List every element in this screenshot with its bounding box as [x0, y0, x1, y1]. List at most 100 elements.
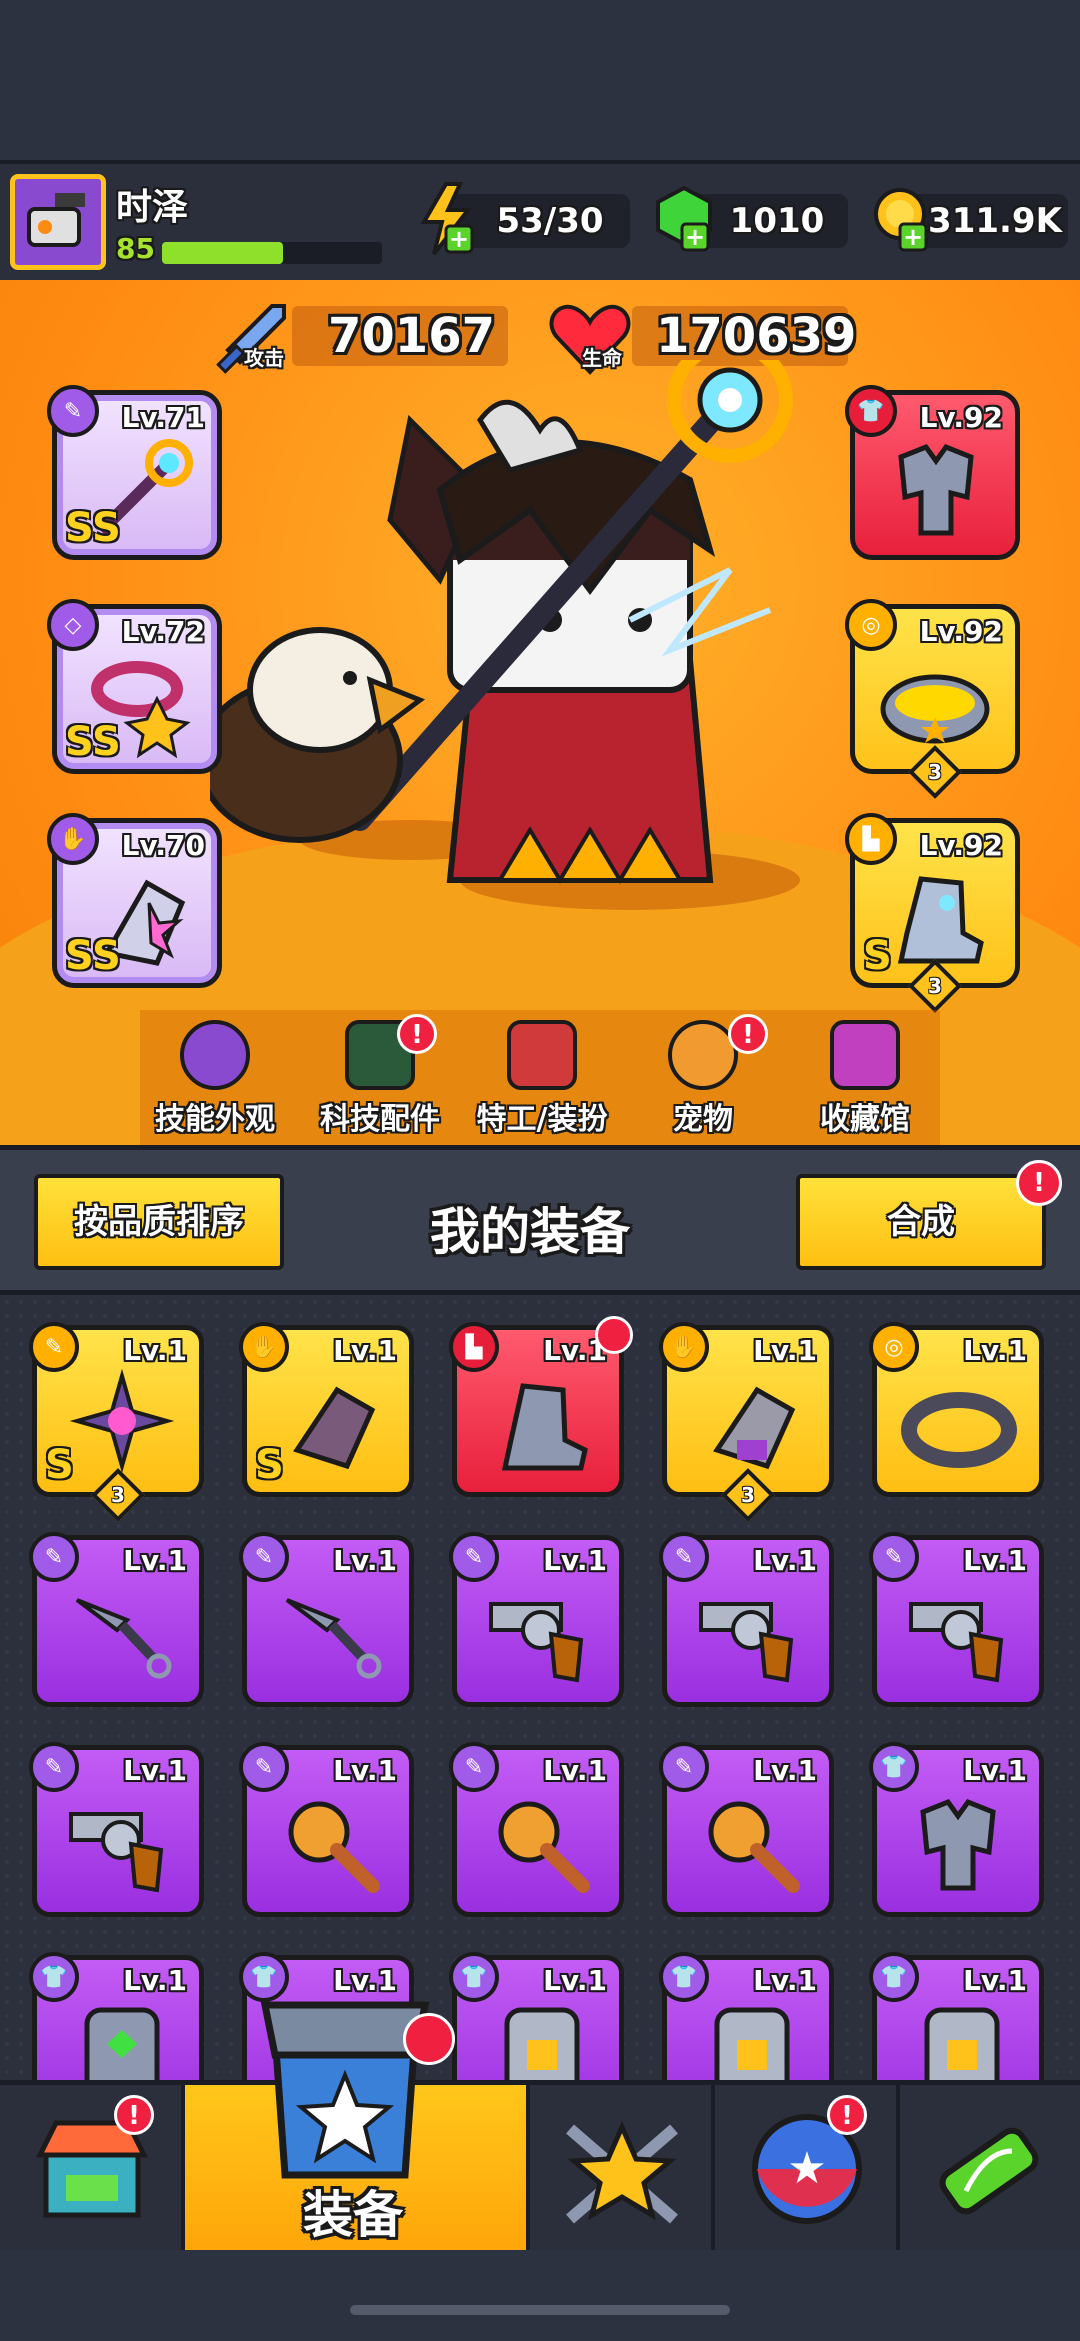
star-swords-icon: [566, 2120, 678, 2224]
inventory-item[interactable]: ✋ Lv.1 3: [659, 1322, 834, 1522]
weapon-type-icon: ✎: [659, 1532, 709, 1582]
item-level: Lv.1: [963, 1544, 1027, 1577]
inventory-item[interactable]: ▙ Lv.1: [449, 1316, 633, 1497]
inventory-item[interactable]: ✎ Lv.1: [239, 1532, 414, 1707]
equip-level: Lv.92: [919, 401, 1003, 434]
menu-collection[interactable]: 收藏馆: [790, 1020, 940, 1138]
gem-icon: +: [652, 184, 716, 258]
grade-label: S: [255, 1442, 284, 1488]
inventory-item[interactable]: ✎ Lv.1: [29, 1742, 204, 1917]
nav-tab-gene[interactable]: [900, 2085, 1080, 2250]
item-level: Lv.1: [753, 1754, 817, 1787]
revolver-icon: [69, 1812, 164, 1893]
weapon-type-icon: ✎: [29, 1742, 79, 1792]
inventory-item[interactable]: ✎ Lv.1: [449, 1742, 624, 1917]
torch-icon: [708, 1801, 800, 1893]
equip-slot-weapon[interactable]: ✎ Lv.71 SS: [47, 385, 222, 560]
hp-stat: 170639: [632, 306, 857, 366]
inventory-item[interactable]: 👕 Lv.1: [449, 1952, 624, 2085]
glove-type-icon: ✋: [239, 1322, 289, 1372]
nav-tab-equipment[interactable]: 装备: [185, 2001, 530, 2250]
gold-coin-icon: +: [870, 184, 934, 258]
revolver-icon: [909, 1602, 1004, 1683]
item-level: Lv.1: [753, 1544, 817, 1577]
vest-icon: [84, 2007, 160, 2085]
merge-button[interactable]: 合成: [796, 1174, 1046, 1270]
item-level: Lv.1: [123, 1964, 187, 1997]
menu-label: 技能外观: [155, 1102, 275, 1137]
equip-slot-belt[interactable]: ◎ Lv.92 3: [845, 599, 1020, 799]
equip-slot-necklace[interactable]: ◇ Lv.72 SS: [47, 599, 222, 774]
menu-pet[interactable]: 宠物 !: [628, 1014, 778, 1138]
nav-tab-shop[interactable]: !: [0, 2085, 185, 2250]
inventory-item[interactable]: ◎ Lv.1: [869, 1322, 1044, 1497]
new-item-badge: [595, 1316, 633, 1354]
armor-type-icon: 👕: [29, 1952, 79, 2002]
inventory-item[interactable]: ✎ Lv.1: [239, 1742, 414, 1917]
inventory-item[interactable]: ✎ Lv.1: [659, 1532, 834, 1707]
alert-badge: [403, 2013, 455, 2065]
alert-badge: !: [827, 2095, 867, 2135]
equip-slot-armor[interactable]: 👕 Lv.92: [845, 385, 1020, 560]
star-badge: 3: [91, 1468, 145, 1522]
collection-icon: [830, 1020, 900, 1090]
torch-icon: [288, 1801, 380, 1893]
inventory-grid: ✎ Lv.1 S 3 ✋ Lv.1 S ▙ Lv.1 ✋ Lv.1 3 ◎ Lv…: [0, 1295, 1080, 2085]
boots-type-icon: ▙: [845, 813, 897, 865]
revolver-icon: [699, 1602, 794, 1683]
item-level: Lv.1: [123, 1754, 187, 1787]
hero-character: [197, 337, 870, 944]
nav-equipment-label: 装备: [303, 2186, 403, 2244]
attack-value: 70167: [328, 308, 495, 364]
item-level: Lv.1: [333, 1334, 397, 1367]
item-level: Lv.1: [963, 1964, 1027, 1997]
inventory-header: 按品质排序 我的装备 合成 !: [0, 1145, 1080, 1295]
equip-slot-boots[interactable]: ▙ Lv.92 S 3: [845, 813, 1020, 1013]
weapon-type-icon: ✎: [239, 1742, 289, 1792]
belt-type-icon: ◎: [845, 599, 897, 651]
inventory-item[interactable]: 👕 Lv.1: [869, 1742, 1044, 1917]
menu-tech-parts[interactable]: 科技配件 !: [305, 1014, 455, 1138]
alert-badge: !: [114, 2095, 154, 2135]
vest-icon: [714, 2007, 790, 2085]
inventory-item[interactable]: ✎ Lv.1: [659, 1742, 834, 1917]
armor-type-icon: 👕: [449, 1952, 499, 2002]
inventory-item[interactable]: ✎ Lv.1: [449, 1532, 624, 1707]
equip-slot-glove[interactable]: ✋ Lv.70 SS: [47, 813, 222, 988]
svg-text:+: +: [685, 223, 705, 251]
item-level: Lv.1: [963, 1754, 1027, 1787]
inventory-item[interactable]: 👕 Lv.1: [659, 1952, 834, 2085]
boots-item-icon: [897, 876, 984, 964]
grade-label: S: [863, 933, 892, 979]
inventory-item[interactable]: ✎ Lv.1: [869, 1532, 1044, 1707]
kunai-icon: [75, 1598, 172, 1679]
vest-icon: [924, 2007, 1000, 2085]
glove-type-icon: ✋: [47, 813, 99, 865]
menu-label: 特工/装扮: [476, 1102, 608, 1137]
armor-type-icon: 👕: [869, 1952, 919, 2002]
inventory-item[interactable]: ✋ Lv.1 S: [239, 1322, 414, 1497]
torch-icon: [498, 1801, 590, 1893]
alert-badge: !: [728, 1014, 768, 1054]
nav-tab-talent[interactable]: [530, 2085, 715, 2250]
menu-agent-outfit[interactable]: 特工/装扮: [467, 1020, 617, 1138]
nav-tab-challenge[interactable]: ★ !: [715, 2085, 900, 2250]
item-level: Lv.1: [123, 1334, 187, 1367]
equip-level: Lv.92: [919, 829, 1003, 862]
sort-by-quality-button[interactable]: 按品质排序: [34, 1174, 284, 1270]
merge-alert-badge: !: [1016, 1160, 1062, 1206]
weapon-type-icon: ✎: [29, 1322, 79, 1372]
svg-text:★: ★: [787, 2143, 826, 2194]
inventory-item[interactable]: 👕 Lv.1: [29, 1952, 204, 2085]
weapon-type-icon: ✎: [659, 1742, 709, 1792]
inventory-item[interactable]: ✎ Lv.1: [29, 1532, 204, 1707]
inventory-item[interactable]: 👕 Lv.1: [869, 1952, 1044, 2085]
inventory-item[interactable]: ✎ Lv.1 S 3: [29, 1322, 204, 1522]
xp-bar: [162, 242, 382, 264]
menu-skill-skin[interactable]: 技能外观: [140, 1020, 290, 1138]
hp-value: 170639: [656, 308, 857, 364]
player-avatar[interactable]: [10, 174, 106, 270]
top-status-bar: 时泽 85 53/30 + 1010 + 311.9K +: [0, 160, 1080, 284]
equip-level: Lv.70: [121, 829, 205, 862]
bottom-navigation: ! 装备 ★ !: [0, 2001, 1080, 2250]
